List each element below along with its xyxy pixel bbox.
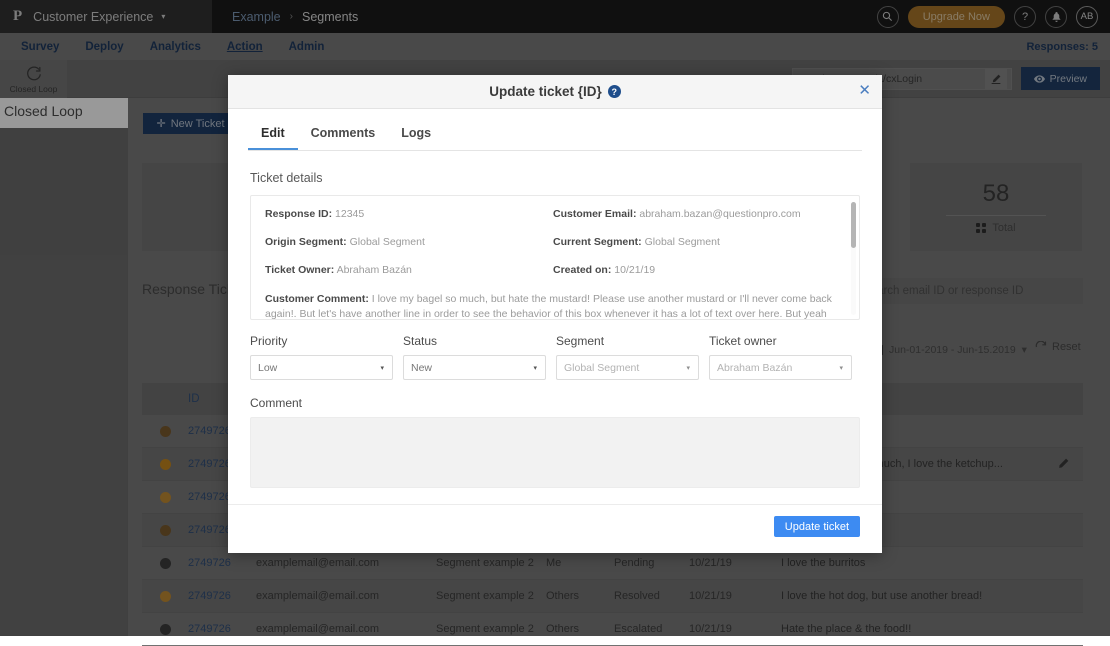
update-ticket-modal: Update ticket {ID} ? ✕ Edit Comments Log…: [228, 75, 882, 553]
comment-label: Comment: [250, 396, 303, 410]
priority-select[interactable]: Low ▾: [250, 355, 393, 380]
modal-header: Update ticket {ID} ? ✕: [228, 75, 882, 109]
tab-comments[interactable]: Comments: [298, 126, 389, 150]
modal-title: Update ticket {ID}: [489, 84, 602, 99]
response-id-row: Response ID: 12345: [265, 208, 553, 220]
origin-segment-label: Origin Segment:: [265, 236, 347, 248]
ticket-details-box: Response ID: 12345 Origin Segment: Globa…: [250, 195, 860, 320]
modal-tabs: Edit Comments Logs: [248, 126, 862, 151]
details-scrollbar-thumb[interactable]: [851, 202, 856, 248]
origin-segment-value: Global Segment: [349, 236, 425, 248]
status-select[interactable]: New ▾: [403, 355, 546, 380]
priority-field: Priority Low ▾: [250, 334, 403, 380]
segment-label: Segment: [556, 334, 605, 348]
customer-email-value: abraham.bazan@questionpro.com: [639, 208, 801, 220]
ticket-owner-select[interactable]: Abraham Bazán ▾: [709, 355, 852, 380]
created-on-label: Created on:: [553, 264, 612, 276]
chevron-down-icon: ▾: [839, 364, 843, 372]
update-ticket-button[interactable]: Update ticket: [773, 516, 860, 537]
status-field: Status New ▾: [403, 334, 556, 380]
customer-comment-row: Customer Comment: I love my bagel so muc…: [265, 292, 841, 319]
customer-email-label: Customer Email:: [553, 208, 637, 220]
current-segment-value: Global Segment: [644, 236, 720, 248]
current-segment-row: Current Segment: Global Segment: [553, 236, 841, 248]
customer-comment-label: Customer Comment:: [265, 293, 369, 305]
ticket-details-title: Ticket details: [250, 171, 323, 185]
customer-email-row: Customer Email: abraham.bazan@questionpr…: [553, 208, 841, 220]
segment-field: Segment Global Segment ▾: [556, 334, 709, 380]
comment-textarea[interactable]: [250, 417, 860, 488]
ticket-fields-row: Priority Low ▾ Status New ▾ Segment Global…: [250, 334, 864, 380]
question-mark-icon[interactable]: ?: [607, 85, 621, 98]
ticket-owner-label: Ticket Owner:: [265, 264, 335, 276]
close-icon[interactable]: ✕: [858, 83, 871, 98]
segment-select[interactable]: Global Segment ▾: [556, 355, 699, 380]
priority-label: Priority: [250, 334, 288, 348]
created-on-value: 10/21/19: [614, 264, 656, 276]
ticket-owner-field-label: Ticket owner: [709, 334, 777, 348]
status-label: Status: [403, 334, 438, 348]
ticket-details-grid: Response ID: 12345 Origin Segment: Globa…: [265, 208, 841, 292]
priority-value: Low: [258, 361, 278, 374]
ticket-details-left-column: Response ID: 12345 Origin Segment: Globa…: [265, 208, 553, 292]
ticket-owner-field: Ticket owner Abraham Bazán ▾: [709, 334, 862, 380]
ticket-owner-value: Abraham Bazán: [336, 264, 412, 276]
ticket-details-right-column: Customer Email: abraham.bazan@questionpr…: [553, 208, 841, 292]
created-on-row: Created on: 10/21/19: [553, 264, 841, 276]
ticket-owner-row: Ticket Owner: Abraham Bazán: [265, 264, 553, 276]
segment-value: Global Segment: [564, 361, 640, 374]
modal-footer: Update ticket: [228, 504, 882, 553]
origin-segment-row: Origin Segment: Global Segment: [265, 236, 553, 248]
ticket-owner-field-value: Abraham Bazán: [717, 361, 793, 374]
tab-logs[interactable]: Logs: [388, 126, 444, 150]
status-value: New: [411, 361, 433, 374]
chevron-down-icon: ▾: [686, 364, 690, 372]
chevron-down-icon: ▾: [380, 364, 384, 372]
chevron-down-icon: ▾: [533, 364, 537, 372]
response-id-label: Response ID:: [265, 208, 333, 220]
current-segment-label: Current Segment:: [553, 236, 642, 248]
tab-edit[interactable]: Edit: [248, 126, 298, 150]
response-id-value: 12345: [335, 208, 365, 220]
